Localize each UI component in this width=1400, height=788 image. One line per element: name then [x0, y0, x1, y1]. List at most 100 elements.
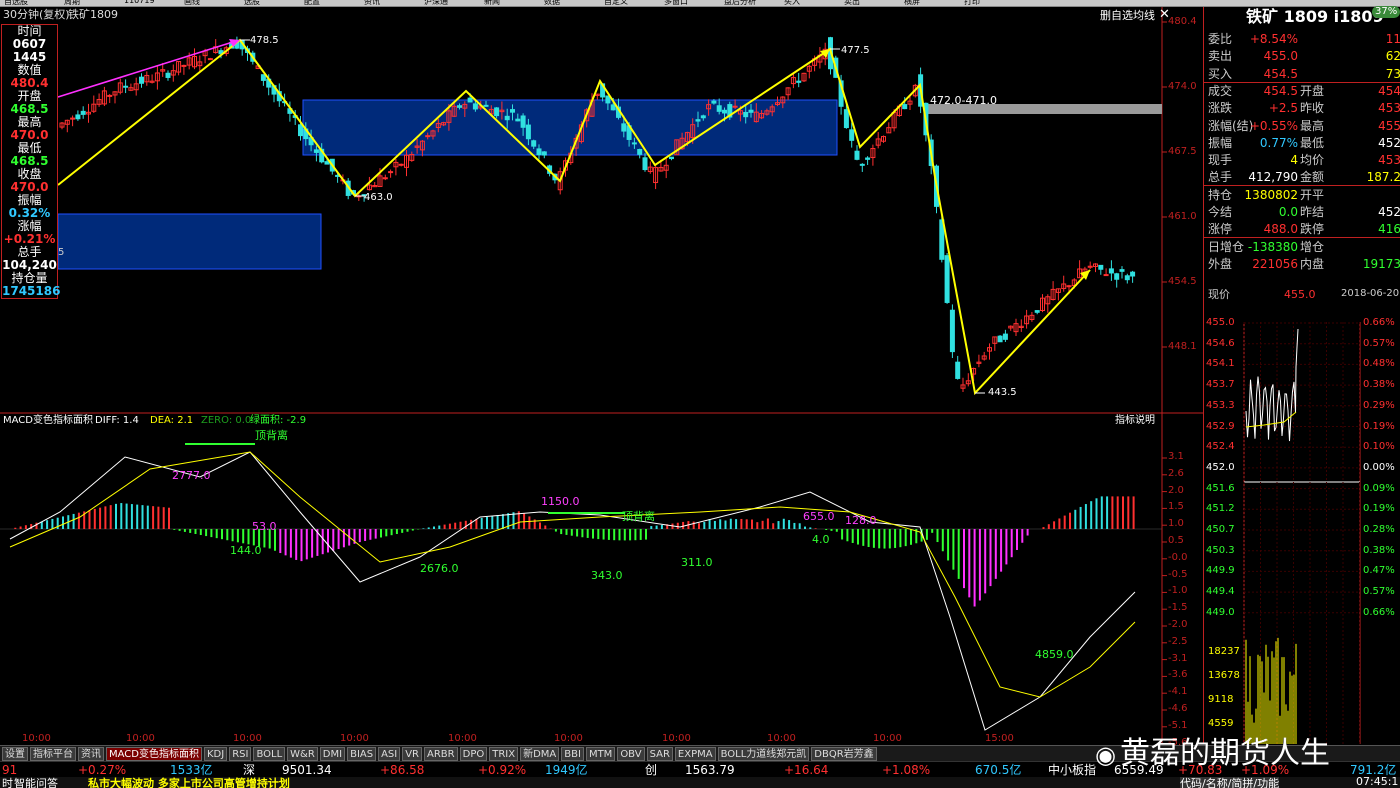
candle-body — [494, 107, 500, 117]
topbar-item[interactable]: 配置 — [304, 0, 320, 6]
topbar-item[interactable]: 盘后分析 — [724, 0, 756, 6]
candle-body — [531, 140, 537, 147]
quote-value: 455.0 — [1263, 49, 1298, 64]
quote-label: 内盘 — [1300, 256, 1325, 271]
ticker-value: 791.2亿 — [1350, 763, 1397, 777]
candle-body — [107, 94, 113, 97]
quote-label: 最高 — [1300, 118, 1325, 133]
indicator-tab[interactable]: SAR — [646, 747, 673, 761]
quote-row: 总手 412,790 金额 187.2 — [1204, 169, 1400, 187]
indicator-tab[interactable]: TRIX — [489, 747, 519, 761]
mini-pct-tick: 0.48% — [1363, 358, 1395, 370]
candle-body — [520, 115, 526, 128]
mini-volume-tick: 9118 — [1208, 694, 1234, 705]
candle-body — [1034, 310, 1040, 313]
topbar-item[interactable]: 卖出 — [844, 0, 860, 6]
quote-label: 今结 — [1208, 205, 1233, 219]
weibo-icon: ◉ — [1095, 741, 1116, 769]
indicator-tab[interactable]: 资讯 — [78, 747, 104, 761]
indicator-tab[interactable]: OBV — [617, 747, 645, 761]
candle-body — [398, 163, 404, 166]
indicator-tab[interactable]: DPO — [459, 747, 488, 761]
topbar-item[interactable]: 110719 — [124, 0, 155, 5]
candle-body — [260, 74, 266, 81]
topbar-item[interactable]: 沪深通 — [424, 0, 448, 6]
indicator-tab[interactable]: BBI — [561, 747, 584, 761]
chart-canvas — [0, 7, 1203, 745]
news-headline[interactable]: 私市大幅波动 多家上市公司高管增持计划 — [88, 777, 290, 788]
indicator-tab[interactable]: DBQR岩芳鑫 — [811, 747, 877, 761]
topbar-item[interactable]: 画线 — [184, 0, 200, 6]
indicator-tab[interactable]: MACD变色指标面积 — [106, 747, 202, 761]
mini-pct-tick: 0.57% — [1363, 337, 1395, 349]
topbar-item[interactable]: 新闻 — [484, 0, 500, 6]
magenta-trend-line — [57, 40, 237, 98]
indicator-tab[interactable]: BIAS — [347, 747, 377, 761]
candle-body — [525, 124, 531, 140]
indicator-tab[interactable]: BOLL力道线郑元凯 — [717, 747, 810, 761]
candle-body — [1119, 269, 1125, 272]
candle-body — [944, 255, 950, 303]
mini-price-tick: 449.4 — [1206, 586, 1235, 598]
watermark-text: 黄磊的期货人生 — [1119, 736, 1330, 771]
topbar-item[interactable]: 横屏 — [904, 0, 920, 6]
quote-row: 日增仓 -138380 增仓 — [1204, 239, 1400, 256]
candle-body — [75, 114, 81, 120]
topbar-item[interactable]: 资讯 — [364, 0, 380, 6]
quote-value: 416 — [1378, 222, 1400, 237]
mini-pct-tick: 0.47% — [1363, 565, 1395, 577]
candle-body — [732, 105, 738, 108]
candle-body — [949, 309, 955, 353]
topbar-item[interactable]: 自定义 — [604, 0, 628, 6]
indicator-tab[interactable]: 设置 — [2, 747, 28, 761]
ticker-value: 1563.79 — [685, 763, 735, 777]
code-search-input[interactable]: 代码/名称/简拼/功能 — [1180, 777, 1280, 788]
indicator-tab[interactable]: W&R — [287, 747, 318, 761]
mini-price-tick: 450.7 — [1206, 524, 1235, 535]
indicator-tab[interactable]: 指标平台 — [30, 747, 76, 761]
candle-body — [631, 142, 637, 145]
indicator-tab[interactable]: RSI — [229, 747, 252, 761]
indicator-tab[interactable]: EXPMA — [674, 747, 716, 761]
current-price-value: 455.0 — [1284, 288, 1316, 301]
current-price-label: 现价 — [1208, 288, 1230, 301]
quote-value: 453 — [1378, 101, 1400, 116]
watermark: ◉ 黄磊的期货人生 — [1095, 728, 1330, 771]
quote-label: 买入 — [1208, 66, 1233, 81]
macd-dea-line — [9, 451, 1136, 698]
ticker-value: 深 — [243, 763, 256, 777]
topbar-item[interactable]: 周期 — [64, 0, 80, 6]
candle-body — [541, 151, 547, 156]
mini-price-tick: 450.3 — [1206, 544, 1235, 556]
indicator-tab[interactable]: ARBR — [424, 747, 458, 761]
candle-body — [510, 109, 515, 113]
quote-label: 涨跌 — [1208, 101, 1233, 116]
quote-date: 2018-06-20,三 — [1341, 288, 1400, 299]
indicator-tab[interactable]: KDJ — [203, 747, 228, 761]
topbar-item[interactable]: 多窗口 — [664, 0, 688, 6]
smart-qa-button[interactable]: 智能问答 — [14, 777, 58, 788]
topbar-item[interactable]: 自选股 — [4, 0, 28, 6]
indicator-tab[interactable]: BOLL — [253, 747, 286, 761]
topbar-item[interactable]: 买入 — [784, 0, 800, 6]
quote-label: 最低 — [1300, 135, 1325, 150]
quote-value: +8.54% — [1249, 32, 1298, 46]
ticker-value: 9501.34 — [282, 763, 332, 777]
quote-label: 涨幅(结) — [1208, 118, 1254, 133]
topbar-item[interactable]: 打印 — [964, 0, 980, 6]
candle-body — [483, 104, 489, 107]
topbar-item[interactable]: 数据 — [544, 0, 560, 6]
chart-area[interactable] — [0, 7, 1203, 745]
indicator-tab[interactable]: MTM — [585, 747, 616, 761]
quote-row: 买入 454.5 73 — [1204, 66, 1400, 83]
quote-value: +0.55% — [1249, 118, 1298, 133]
indicator-tab[interactable]: 新DMA — [520, 747, 560, 761]
quote-row: 今结 0.0 昨结 452 — [1204, 204, 1400, 221]
indicator-tab[interactable]: VR — [402, 747, 423, 761]
candle-body — [997, 335, 1003, 343]
indicator-tab[interactable]: ASI — [378, 747, 401, 761]
indicator-tab[interactable]: DMI — [319, 747, 346, 761]
top-menu-bar[interactable]: 自选股 周期 110719 画线 选股 配置 资讯 沪深通 新闻 数据 自定义 多窗口 盘后分析 买入 卖出… — [0, 0, 1400, 7]
topbar-item[interactable]: 选股 — [244, 0, 260, 6]
quote-row: 涨跌 +2.5 昨收 453 — [1204, 100, 1400, 117]
